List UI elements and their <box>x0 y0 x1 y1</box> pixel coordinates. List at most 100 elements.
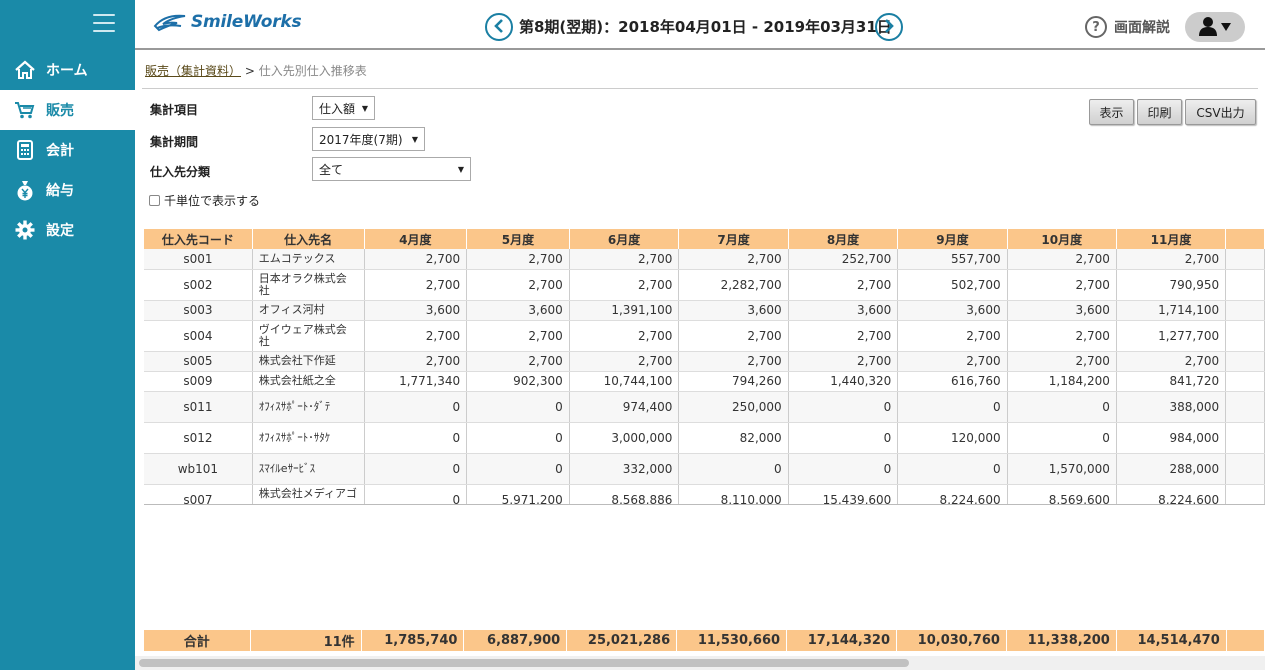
amount-cell: 2,700 <box>897 320 1008 352</box>
help-button[interactable]: ? 画面解説 <box>1085 16 1170 38</box>
yen-bag-icon <box>14 179 36 201</box>
amount-cell: 0 <box>1007 391 1117 423</box>
menu-toggle-icon[interactable] <box>93 14 115 34</box>
amount-cell: 2,700 <box>678 351 789 372</box>
column-header: 8月度 <box>788 229 899 249</box>
column-header: 4月度 <box>364 229 468 249</box>
amount-cell: 0 <box>466 453 570 485</box>
table-header-row: 仕入先コード 仕入先名 4月度 5月度 6月度 7月度 8月度 9月度 10月度… <box>144 229 1265 249</box>
amount-cell: 794,260 <box>678 371 789 392</box>
table-row: s001 エムコテックス 2,700 2,700 2,700 2,700 252,700 55… <box>144 249 1265 270</box>
amount-cell: 3,600 <box>788 300 899 321</box>
column-header: 仕入先名 <box>252 229 365 249</box>
thousand-unit-label: 千単位で表示する <box>164 194 261 208</box>
supplier-category-select[interactable]: 全て ▼ <box>312 157 471 181</box>
scrollbar-thumb[interactable] <box>139 659 909 667</box>
overflow-cell <box>1225 320 1265 352</box>
total-count: 11件 <box>250 630 362 651</box>
supplier-name-cell: エムコテックス <box>252 249 365 270</box>
table-row: s011 ｵﾌｨｽｻﾎﾟｰﾄ･ﾀﾞﾃ 0 0 974,400 250,000 0 0 0 388,… <box>144 391 1265 423</box>
divider <box>142 88 1258 89</box>
overflow-cell <box>1225 391 1265 423</box>
supplier-code-cell: s001 <box>144 249 253 270</box>
amount-cell: 2,700 <box>364 249 468 270</box>
aggregation-item-select[interactable]: 仕入額 ▼ <box>312 96 375 120</box>
amount-cell: 3,600 <box>466 300 570 321</box>
purchase-trend-table: 仕入先コード 仕入先名 4月度 5月度 6月度 7月度 8月度 9月度 10月度… <box>144 229 1265 505</box>
table-row: s002 日本オラク株式会社 2,700 2,700 2,700 2,282,700 2,7… <box>144 269 1265 301</box>
supplier-name-cell: 株式会社下作延 <box>252 351 365 372</box>
select-value: 仕入額 <box>319 101 356 116</box>
sidebar-item-label: 設定 <box>46 223 74 239</box>
amount-cell: 790,950 <box>1116 269 1227 301</box>
amount-cell: 974,400 <box>569 391 680 423</box>
amount-cell: 2,700 <box>364 269 468 301</box>
caret-down-icon <box>1221 20 1231 34</box>
supplier-name-cell: ｵﾌｨｽｻﾎﾟｰﾄ･ｻﾀｹ <box>252 422 365 454</box>
thousand-unit-checkbox[interactable] <box>149 195 160 206</box>
column-header: 10月度 <box>1007 229 1117 249</box>
sidebar: ホーム 販売 会計 給与 設定 <box>0 0 135 670</box>
amount-cell: 1,440,320 <box>788 371 899 392</box>
amount-cell: 3,600 <box>1007 300 1117 321</box>
column-header: 9月度 <box>897 229 1008 249</box>
amount-cell: 2,700 <box>569 269 680 301</box>
csv-export-button[interactable]: CSV出力 <box>1185 99 1256 125</box>
user-menu-button[interactable] <box>1185 12 1245 42</box>
column-header: 6月度 <box>569 229 680 249</box>
breadcrumb-parent-link[interactable]: 販売（集計資料） <box>145 64 241 78</box>
sidebar-item-payroll[interactable]: 給与 <box>0 170 135 210</box>
amount-cell: 984,000 <box>1116 422 1227 454</box>
amount-cell: 2,700 <box>788 269 899 301</box>
sidebar-item-home[interactable]: ホーム <box>0 50 135 90</box>
cart-icon <box>14 99 36 121</box>
amount-cell: 10,744,100 <box>569 371 680 392</box>
amount-cell: 1,714,100 <box>1116 300 1227 321</box>
amount-cell: 841,720 <box>1116 371 1227 392</box>
amount-cell: 8,224,600 <box>1116 484 1227 504</box>
horizontal-scrollbar[interactable] <box>135 656 1265 670</box>
sidebar-item-settings[interactable]: 設定 <box>0 210 135 250</box>
amount-cell: 3,600 <box>364 300 468 321</box>
overflow-cell <box>1225 269 1265 301</box>
column-header: 仕入先コード <box>144 229 253 249</box>
caret-down-icon: ▼ <box>361 103 368 113</box>
amount-cell: 2,700 <box>569 249 680 270</box>
amount-cell: 0 <box>466 391 570 423</box>
amount-cell: 2,700 <box>466 351 570 372</box>
select-value: 全て <box>319 162 344 177</box>
table-row: wb101 ｽﾏｲﾙeｻｰﾋﾞｽ 0 0 332,000 0 0 0 1,570,000 288,… <box>144 453 1265 485</box>
sidebar-item-sales[interactable]: 販売 <box>0 90 135 130</box>
column-header-overflow <box>1225 229 1265 249</box>
logo[interactable]: SmileWorks <box>153 12 302 32</box>
amount-cell: 0 <box>897 453 1008 485</box>
totals-row: 合計 11件 1,785,740 6,887,900 25,021,286 11… <box>144 630 1265 651</box>
breadcrumb-current: 仕入先別仕入推移表 <box>258 64 367 78</box>
breadcrumb: 販売（集計資料） > 仕入先別仕入推移表 <box>145 62 367 79</box>
table-row: s003 オフィス河村 3,600 3,600 1,391,100 3,600 3,600 3… <box>144 300 1265 321</box>
thousand-unit-toggle[interactable]: 千単位で表示する <box>149 192 260 209</box>
show-button[interactable]: 表示 <box>1089 99 1134 125</box>
sidebar-item-accounting[interactable]: 会計 <box>0 130 135 170</box>
amount-cell: 2,700 <box>569 351 680 372</box>
supplier-code-cell: s004 <box>144 320 253 352</box>
supplier-code-cell: s003 <box>144 300 253 321</box>
supplier-name-cell: オフィス河村 <box>252 300 365 321</box>
amount-cell: 250,000 <box>678 391 789 423</box>
amount-cell: 3,000,000 <box>569 422 680 454</box>
supplier-name-cell: 株式会社メディアゴー <box>252 484 365 504</box>
aggregation-period-select[interactable]: 2017年度(7期) ▼ <box>312 127 425 151</box>
caret-down-icon: ▼ <box>457 164 464 174</box>
table-row: s007 株式会社メディアゴー 0 5,971,200 8,568,886 8,110,0… <box>144 484 1265 504</box>
amount-cell: 0 <box>897 391 1008 423</box>
amount-cell: 2,700 <box>678 249 789 270</box>
next-period-button[interactable] <box>875 13 903 41</box>
total-cell: 17,144,320 <box>786 630 897 651</box>
amount-cell: 5,971,200 <box>466 484 570 504</box>
print-button[interactable]: 印刷 <box>1137 99 1182 125</box>
sidebar-item-label: ホーム <box>46 63 88 79</box>
amount-cell: 0 <box>364 391 468 423</box>
prev-period-button[interactable] <box>485 13 513 41</box>
amount-cell: 2,700 <box>1116 249 1227 270</box>
amount-cell: 0 <box>364 484 468 504</box>
